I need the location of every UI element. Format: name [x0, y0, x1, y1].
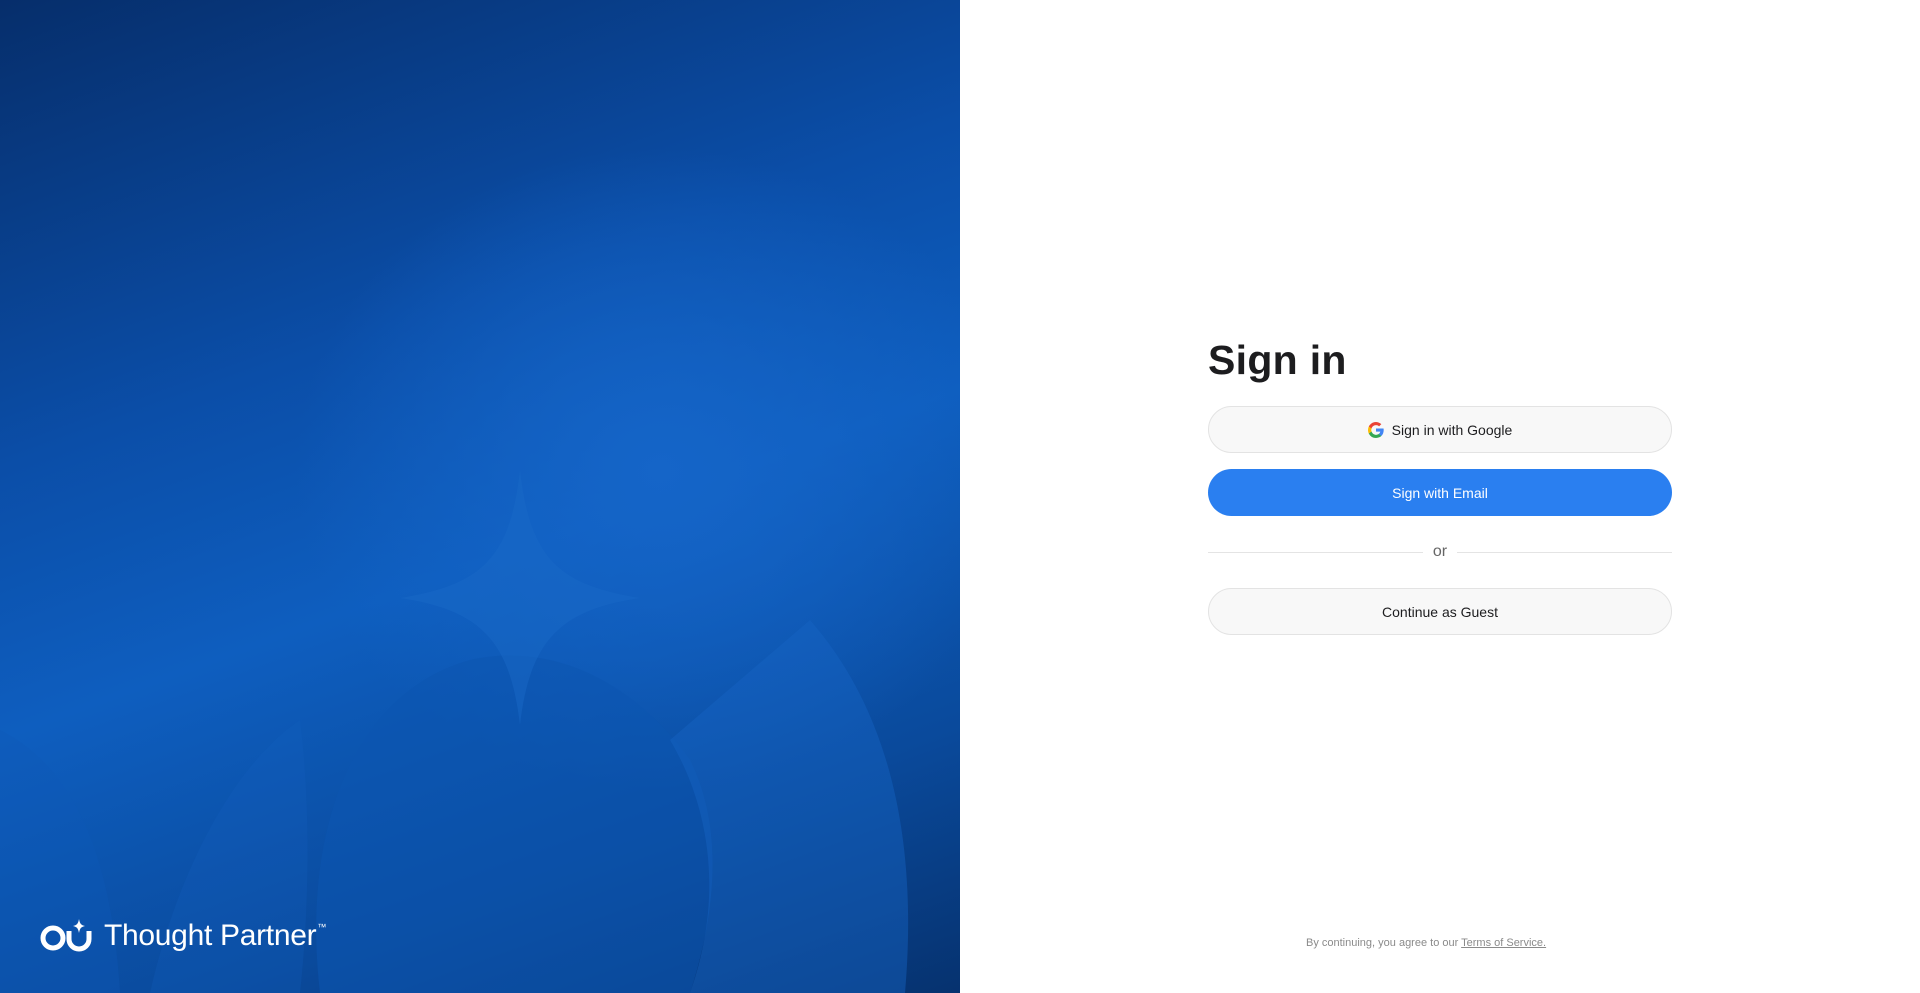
terms-of-service-link[interactable]: Terms of Service.	[1461, 937, 1546, 949]
divider-text: or	[1432, 543, 1448, 560]
continue-as-guest-label: Continue as Guest	[1382, 603, 1498, 620]
signin-form: Sign in Sign in with Google Sign with Em…	[1208, 330, 1673, 635]
divider-line-left	[1208, 551, 1423, 553]
page-title: Sign in	[1208, 337, 1347, 383]
trademark-symbol: ™	[317, 922, 327, 932]
google-signin-button[interactable]: Sign in with Google	[1208, 406, 1672, 453]
continue-as-guest-button[interactable]: Continue as Guest	[1208, 588, 1672, 635]
legal-notice: By continuing, you agree to our Terms of…	[1306, 937, 1546, 949]
email-signin-button[interactable]: Sign with Email	[1208, 469, 1672, 516]
google-signin-label: Sign in with Google	[1391, 421, 1513, 438]
brand-logo: Thought Partner ™	[40, 918, 326, 954]
legal-notice-text: By continuing, you agree to our	[1306, 937, 1462, 949]
brand-name: Thought Partner	[104, 919, 317, 952]
or-divider: or	[1208, 540, 1673, 564]
google-g-icon	[1367, 421, 1384, 438]
brand-panel: Thought Partner ™	[0, 0, 960, 993]
brand-background-graphic	[0, 470, 909, 993]
thought-partner-logo-icon	[40, 919, 92, 952]
email-signin-label: Sign with Email	[1392, 484, 1488, 501]
divider-line-right	[1457, 551, 1673, 553]
